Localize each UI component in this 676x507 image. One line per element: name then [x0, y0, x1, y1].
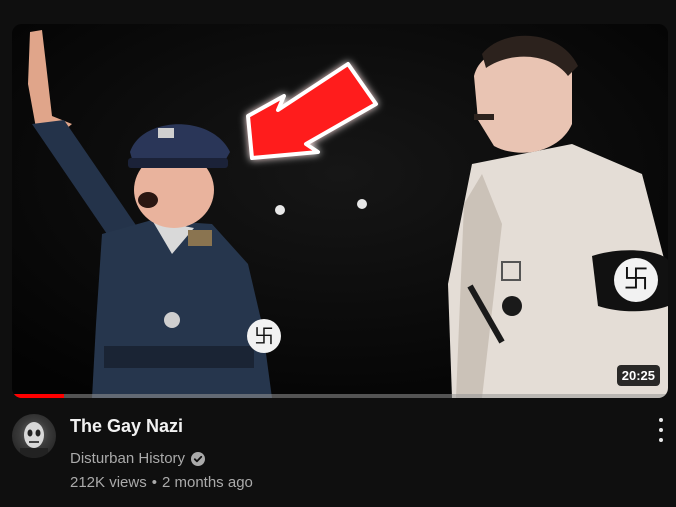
upload-age: 2 months ago: [161, 474, 253, 491]
kebab-dot: [659, 438, 663, 442]
watch-progress-fill: [12, 394, 65, 398]
channel-row: Disturban History: [70, 450, 206, 467]
view-count: 212K views: [70, 474, 147, 491]
channel-name[interactable]: Disturban History: [70, 450, 185, 467]
verified-check-icon: [191, 451, 206, 466]
video-stats: 212K views • 2 months ago: [70, 474, 253, 491]
svg-text:卐: 卐: [254, 324, 274, 348]
svg-text:卐: 卐: [623, 265, 649, 295]
more-vert-icon[interactable]: [656, 418, 666, 442]
watch-progress-bar: [12, 394, 668, 398]
kebab-dot: [659, 418, 663, 422]
video-card[interactable]: 卐 卐 20:25 The Gay Nazi Disturban History…: [0, 0, 676, 507]
thumbnail-image: 卐 卐: [12, 24, 668, 398]
video-title[interactable]: The Gay Nazi: [70, 416, 183, 437]
kebab-dot: [659, 428, 663, 432]
stats-separator: •: [151, 474, 157, 491]
video-meta: The Gay Nazi Disturban History 212K view…: [12, 410, 668, 500]
channel-avatar[interactable]: [12, 414, 56, 458]
video-thumbnail[interactable]: 卐 卐 20:25: [12, 24, 668, 398]
duration-badge: 20:25: [616, 365, 660, 386]
avatar-face-icon: [20, 422, 48, 458]
